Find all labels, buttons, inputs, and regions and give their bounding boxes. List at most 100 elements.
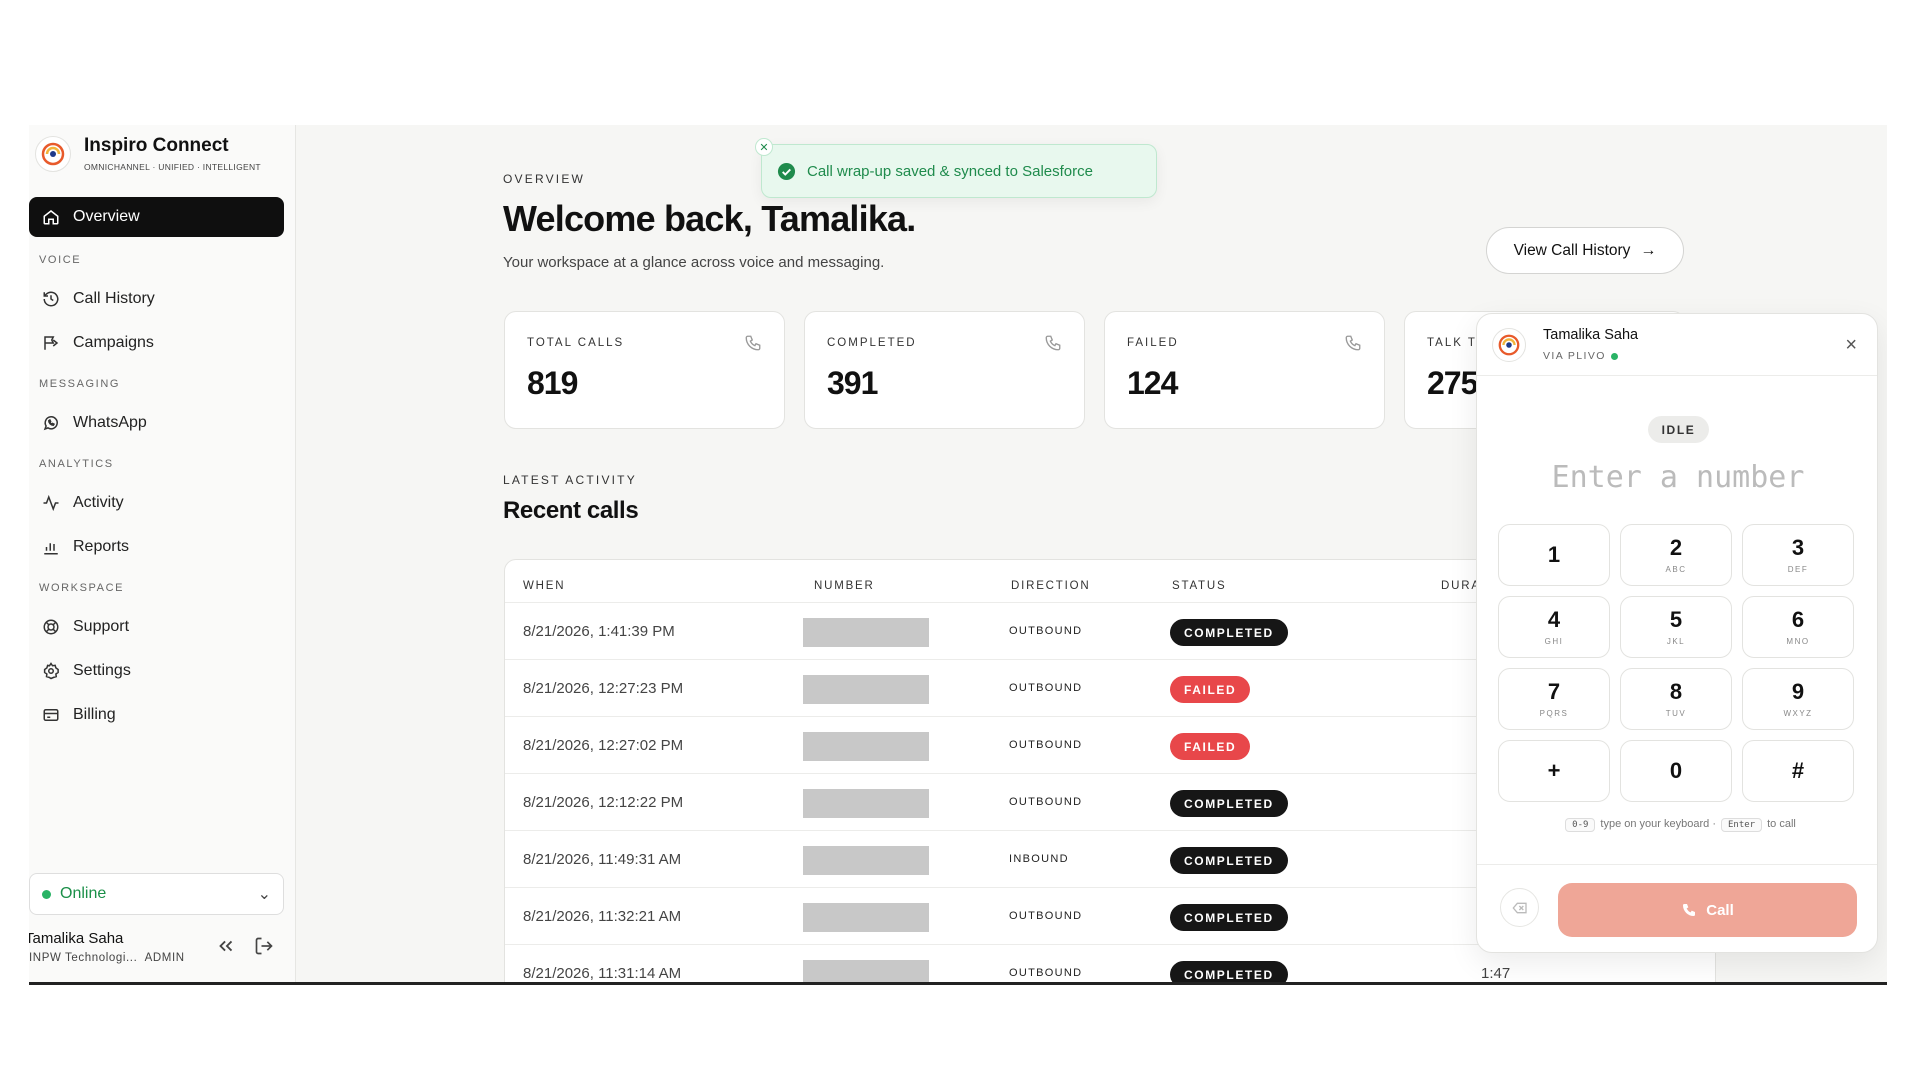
phone-icon xyxy=(745,335,761,351)
phone-icon xyxy=(1683,904,1696,916)
kbd-digits: 0-9 xyxy=(1565,818,1596,832)
phone-icon xyxy=(1345,335,1361,351)
column-header-duration: DURA xyxy=(1441,580,1481,592)
keypad-key[interactable]: 2 ABC xyxy=(1620,524,1732,586)
cell-when: 8/21/2026, 12:27:02 PM xyxy=(523,737,684,754)
key-digit: 0 xyxy=(1669,758,1683,783)
collapse-sidebar-button[interactable] xyxy=(215,935,237,957)
column-header-direction: DIRECTION xyxy=(1011,580,1091,592)
chevrons-left-icon xyxy=(219,940,233,952)
sidebar-item-campaigns[interactable]: Campaigns xyxy=(29,323,284,363)
stat-value: 275 xyxy=(1427,365,1478,401)
hint-text-end: to call xyxy=(1767,818,1796,830)
sidebar-item-label: Overview xyxy=(73,208,140,225)
sidebar-item-whatsapp[interactable]: WhatsApp xyxy=(29,403,284,443)
view-call-history-button[interactable]: View Call History → xyxy=(1486,227,1684,274)
key-letters: GHI xyxy=(1544,636,1564,646)
home-icon xyxy=(43,210,59,225)
stat-label: FAILED xyxy=(1127,337,1179,349)
credit-card-icon xyxy=(43,709,59,721)
logout-button[interactable] xyxy=(254,936,274,956)
backspace-icon xyxy=(1511,902,1527,913)
call-button-label: Call xyxy=(1706,901,1734,919)
key-digit: 3 xyxy=(1791,534,1805,560)
gear-icon xyxy=(43,662,59,680)
sidebar-item-support[interactable]: Support xyxy=(29,607,284,647)
keypad-key[interactable]: 7 PQRS xyxy=(1498,668,1610,730)
sidebar-item-activity[interactable]: Activity xyxy=(29,483,284,523)
keypad-key[interactable]: # xyxy=(1742,740,1854,802)
cell-number-redacted xyxy=(803,846,929,875)
nav-section-voice: VOICE xyxy=(39,254,82,266)
key-letters: MNO xyxy=(1786,636,1810,646)
keyboard-hint: 0-9 type on your keyboard · Enter to call xyxy=(1477,818,1877,832)
close-icon[interactable]: × xyxy=(1845,334,1857,357)
presence-status-label: Online xyxy=(60,885,107,902)
cell-direction: OUTBOUND xyxy=(1009,967,1083,979)
sidebar: Inspiro Connect OMNICHANNEL · UNIFIED · … xyxy=(29,125,296,985)
keypad-key[interactable]: 0 xyxy=(1620,740,1732,802)
keypad-key[interactable]: 3 DEF xyxy=(1742,524,1854,586)
dialer-provider: VIA PLIVO xyxy=(1543,350,1618,362)
status-badge: FAILED xyxy=(1170,676,1251,703)
presence-status-select[interactable]: Online ⌄ xyxy=(29,873,284,915)
page-title: Welcome back, Tamalika. xyxy=(503,198,916,239)
hint-text: type on your keyboard · xyxy=(1600,818,1716,830)
keypad-key[interactable]: 5 JKL xyxy=(1620,596,1732,658)
cell-direction: OUTBOUND xyxy=(1009,682,1083,694)
dialer-logo xyxy=(1492,328,1526,362)
cell-when: 8/21/2026, 12:12:22 PM xyxy=(523,794,684,811)
phone-icon xyxy=(1045,335,1061,351)
backspace-button[interactable] xyxy=(1500,888,1539,927)
toast-close-button[interactable]: ✕ xyxy=(755,138,773,156)
sidebar-item-call-history[interactable]: Call History xyxy=(29,279,284,319)
keypad-key[interactable]: + xyxy=(1498,740,1610,802)
online-dot-icon xyxy=(42,889,51,899)
cell-direction: OUTBOUND xyxy=(1009,739,1083,751)
key-digit: # xyxy=(1791,758,1805,783)
keypad-key[interactable]: 4 GHI xyxy=(1498,596,1610,658)
keypad-key[interactable]: 6 MNO xyxy=(1742,596,1854,658)
phone-number-input[interactable] xyxy=(1497,452,1859,502)
nav-section-workspace: WORKSPACE xyxy=(39,582,125,594)
user-org: INPW Technologi... ADMIN xyxy=(29,952,185,964)
key-letters: ABC xyxy=(1665,564,1687,574)
sidebar-item-reports[interactable]: Reports xyxy=(29,527,284,567)
keypad-key[interactable]: 8 TUV xyxy=(1620,668,1732,730)
stat-value: 819 xyxy=(527,365,578,401)
keypad-key[interactable]: 9 WXYZ xyxy=(1742,668,1854,730)
key-digit: 6 xyxy=(1791,606,1805,632)
column-header-when: WHEN xyxy=(523,580,566,592)
brand-logo xyxy=(35,135,71,172)
key-digit: 2 xyxy=(1669,534,1683,560)
app-window: Inspiro Connect OMNICHANNEL · UNIFIED · … xyxy=(29,125,1887,985)
dialer-user-name: Tamalika Saha xyxy=(1543,327,1639,343)
cell-when: 8/21/2026, 11:31:14 AM xyxy=(523,965,682,982)
check-circle-icon xyxy=(777,162,796,180)
cell-number-redacted xyxy=(803,732,929,761)
key-digit: 4 xyxy=(1547,606,1561,632)
arrow-right-icon: → xyxy=(1640,241,1657,259)
brand: Inspiro Connect OMNICHANNEL · UNIFIED · … xyxy=(35,135,261,172)
dialer-divider xyxy=(1477,864,1877,865)
dialer-header: Tamalika Saha VIA PLIVO × xyxy=(1477,314,1877,376)
brand-tagline: OMNICHANNEL · UNIFIED · INTELLIGENT xyxy=(84,162,261,172)
stat-card-total-calls: TOTAL CALLS 819 xyxy=(504,311,785,429)
sidebar-item-overview[interactable]: Overview xyxy=(29,197,284,237)
stat-value: 391 xyxy=(827,365,878,401)
sidebar-item-settings[interactable]: Settings xyxy=(29,651,284,691)
brand-name: Inspiro Connect xyxy=(84,135,229,156)
key-digit: + xyxy=(1547,758,1561,783)
sidebar-item-label: Settings xyxy=(73,662,131,679)
call-button[interactable]: Call xyxy=(1558,883,1857,937)
recent-calls-title: Recent calls xyxy=(503,497,639,524)
sidebar-item-label: Activity xyxy=(73,494,124,511)
key-digit: 5 xyxy=(1669,606,1683,632)
keypad-key[interactable]: 1 xyxy=(1498,524,1610,586)
sidebar-item-billing[interactable]: Billing xyxy=(29,695,284,735)
cell-when: 8/21/2026, 1:41:39 PM xyxy=(523,623,675,640)
user-name: Tamalika Saha xyxy=(29,930,124,947)
dialer-provider-label: VIA PLIVO xyxy=(1543,350,1606,362)
toast-message: Call wrap-up saved & synced to Salesforc… xyxy=(807,162,1093,180)
history-icon xyxy=(43,291,59,307)
